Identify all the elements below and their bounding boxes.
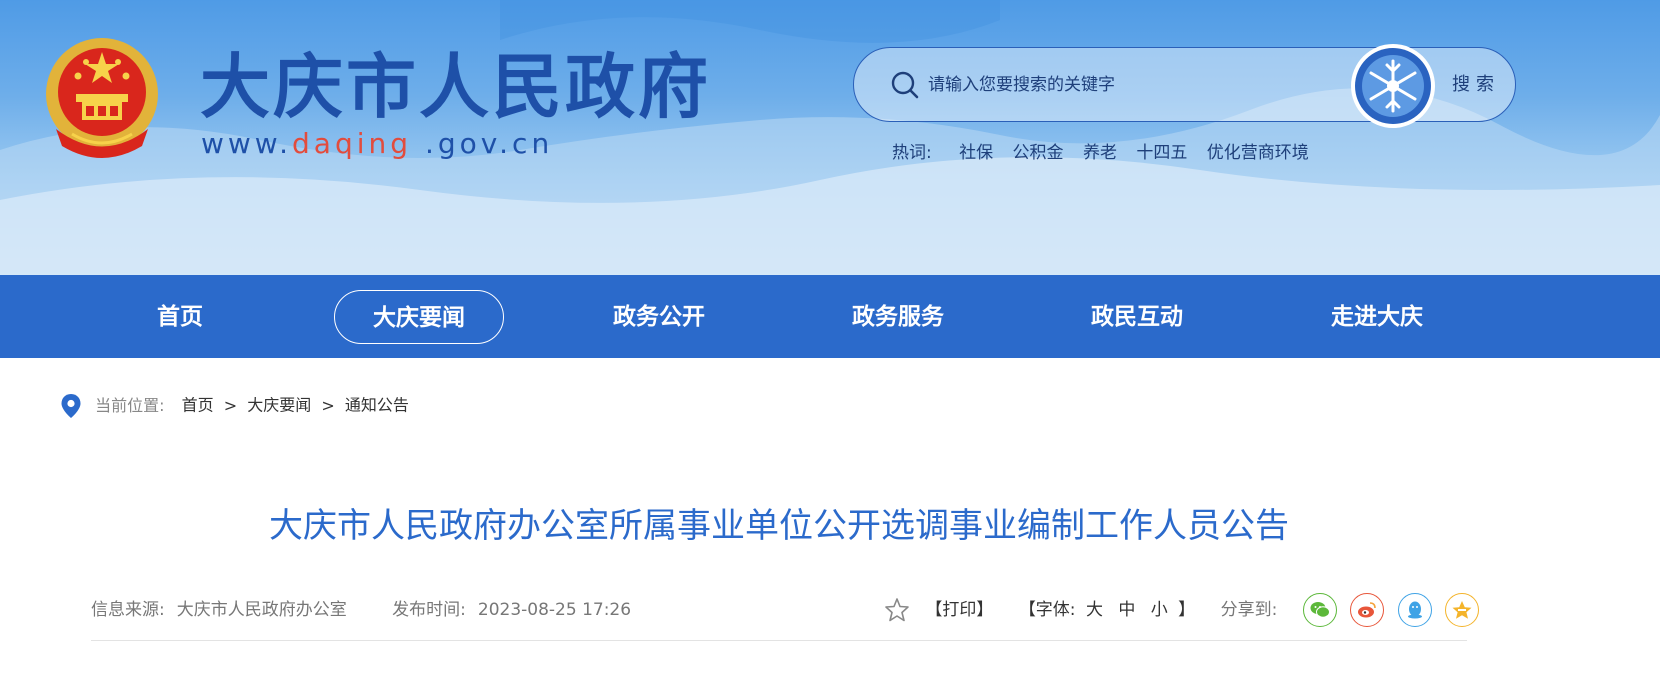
site-url-suffix: .gov.cn [412, 127, 554, 160]
search-input[interactable] [928, 68, 1338, 102]
nav-item-government-affairs[interactable]: 政务公开 [574, 290, 744, 344]
nav-item-interaction[interactable]: 政民互动 [1052, 290, 1222, 344]
search-icon [891, 71, 919, 99]
nav-item-daqing-news[interactable]: 大庆要闻 [334, 290, 504, 344]
font-small-button[interactable]: 小 [1151, 592, 1168, 628]
source-value: 大庆市人民政府办公室 [176, 600, 347, 620]
meta-divider [91, 640, 1467, 641]
share-qzone-button[interactable] [1444, 593, 1479, 627]
breadcrumb-link-news[interactable]: 大庆要闻 [247, 396, 311, 415]
hot-words: 热词: 社保 公积金 养老 十四五 优化营商环境 [892, 140, 1323, 166]
site-url: www.daqing .gov.cn [201, 126, 553, 162]
site-title: 大庆市人民政府 [200, 46, 711, 128]
font-large-button[interactable]: 大 [1086, 592, 1103, 628]
site-url-prefix: www. [201, 127, 293, 160]
share-label: 分享到: [1220, 600, 1278, 620]
breadcrumb-separator: > [321, 395, 335, 415]
national-emblem-icon [46, 38, 158, 158]
weibo-icon [1358, 602, 1376, 618]
publish-time-value: 2023-08-25 17:26 [477, 600, 632, 620]
article-tools: 【打印】 【字体: 大 中 小 】 分享到: [884, 592, 1479, 628]
main-nav: 首页 大庆要闻 政务公开 政务服务 政民互动 走进大庆 [0, 275, 1660, 358]
breadcrumb: 当前位置: 首页 > 大庆要闻 > 通知公告 [60, 392, 409, 418]
article-title: 大庆市人民政府办公室所属事业单位公开选调事业编制工作人员公告 [269, 506, 1289, 546]
print-button[interactable]: 【打印】 [925, 592, 993, 628]
hot-word-link[interactable]: 养老 [1083, 143, 1117, 163]
font-medium-button[interactable]: 中 [1118, 592, 1135, 628]
nav-item-home[interactable]: 首页 [95, 290, 265, 344]
snowflake-icon [1351, 44, 1435, 128]
publish-time-label: 发布时间: [392, 600, 466, 620]
location-pin-icon [61, 393, 81, 418]
wechat-icon [1310, 602, 1330, 618]
favorite-star-icon[interactable] [884, 597, 910, 623]
search-button[interactable]: 搜索 [1452, 70, 1500, 100]
qzone-icon [1452, 601, 1472, 619]
hot-word-link[interactable]: 社保 [959, 143, 993, 163]
share-weibo-button[interactable] [1350, 593, 1385, 627]
nav-item-about-daqing[interactable]: 走进大庆 [1292, 290, 1462, 344]
hot-word-link[interactable]: 优化营商环境 [1207, 143, 1309, 163]
qq-icon [1407, 601, 1422, 619]
font-size-close: 】 [1178, 600, 1196, 620]
font-size-label: 【字体: [1018, 600, 1076, 620]
site-url-highlight: daqing [292, 127, 413, 160]
search-box: 搜索 [853, 44, 1516, 128]
site-header: 大庆市人民政府 www.daqing .gov.cn 搜索 热词: 社保 公积金 [0, 0, 1660, 275]
hot-words-label: 热词: [892, 143, 932, 163]
nav-item-government-services[interactable]: 政务服务 [813, 290, 983, 344]
source-label: 信息来源: [91, 600, 165, 620]
share-qq-button[interactable] [1397, 593, 1432, 627]
article-meta: 信息来源: 大庆市人民政府办公室 发布时间: 2023-08-25 17:26 [91, 596, 631, 624]
share-wechat-button[interactable] [1302, 593, 1337, 627]
breadcrumb-link-notices[interactable]: 通知公告 [345, 396, 409, 415]
hot-word-link[interactable]: 公积金 [1013, 143, 1064, 163]
breadcrumb-link-home[interactable]: 首页 [182, 396, 214, 415]
breadcrumb-label: 当前位置: [95, 395, 165, 415]
breadcrumb-separator: > [223, 395, 238, 415]
hot-word-link[interactable]: 十四五 [1136, 143, 1187, 163]
